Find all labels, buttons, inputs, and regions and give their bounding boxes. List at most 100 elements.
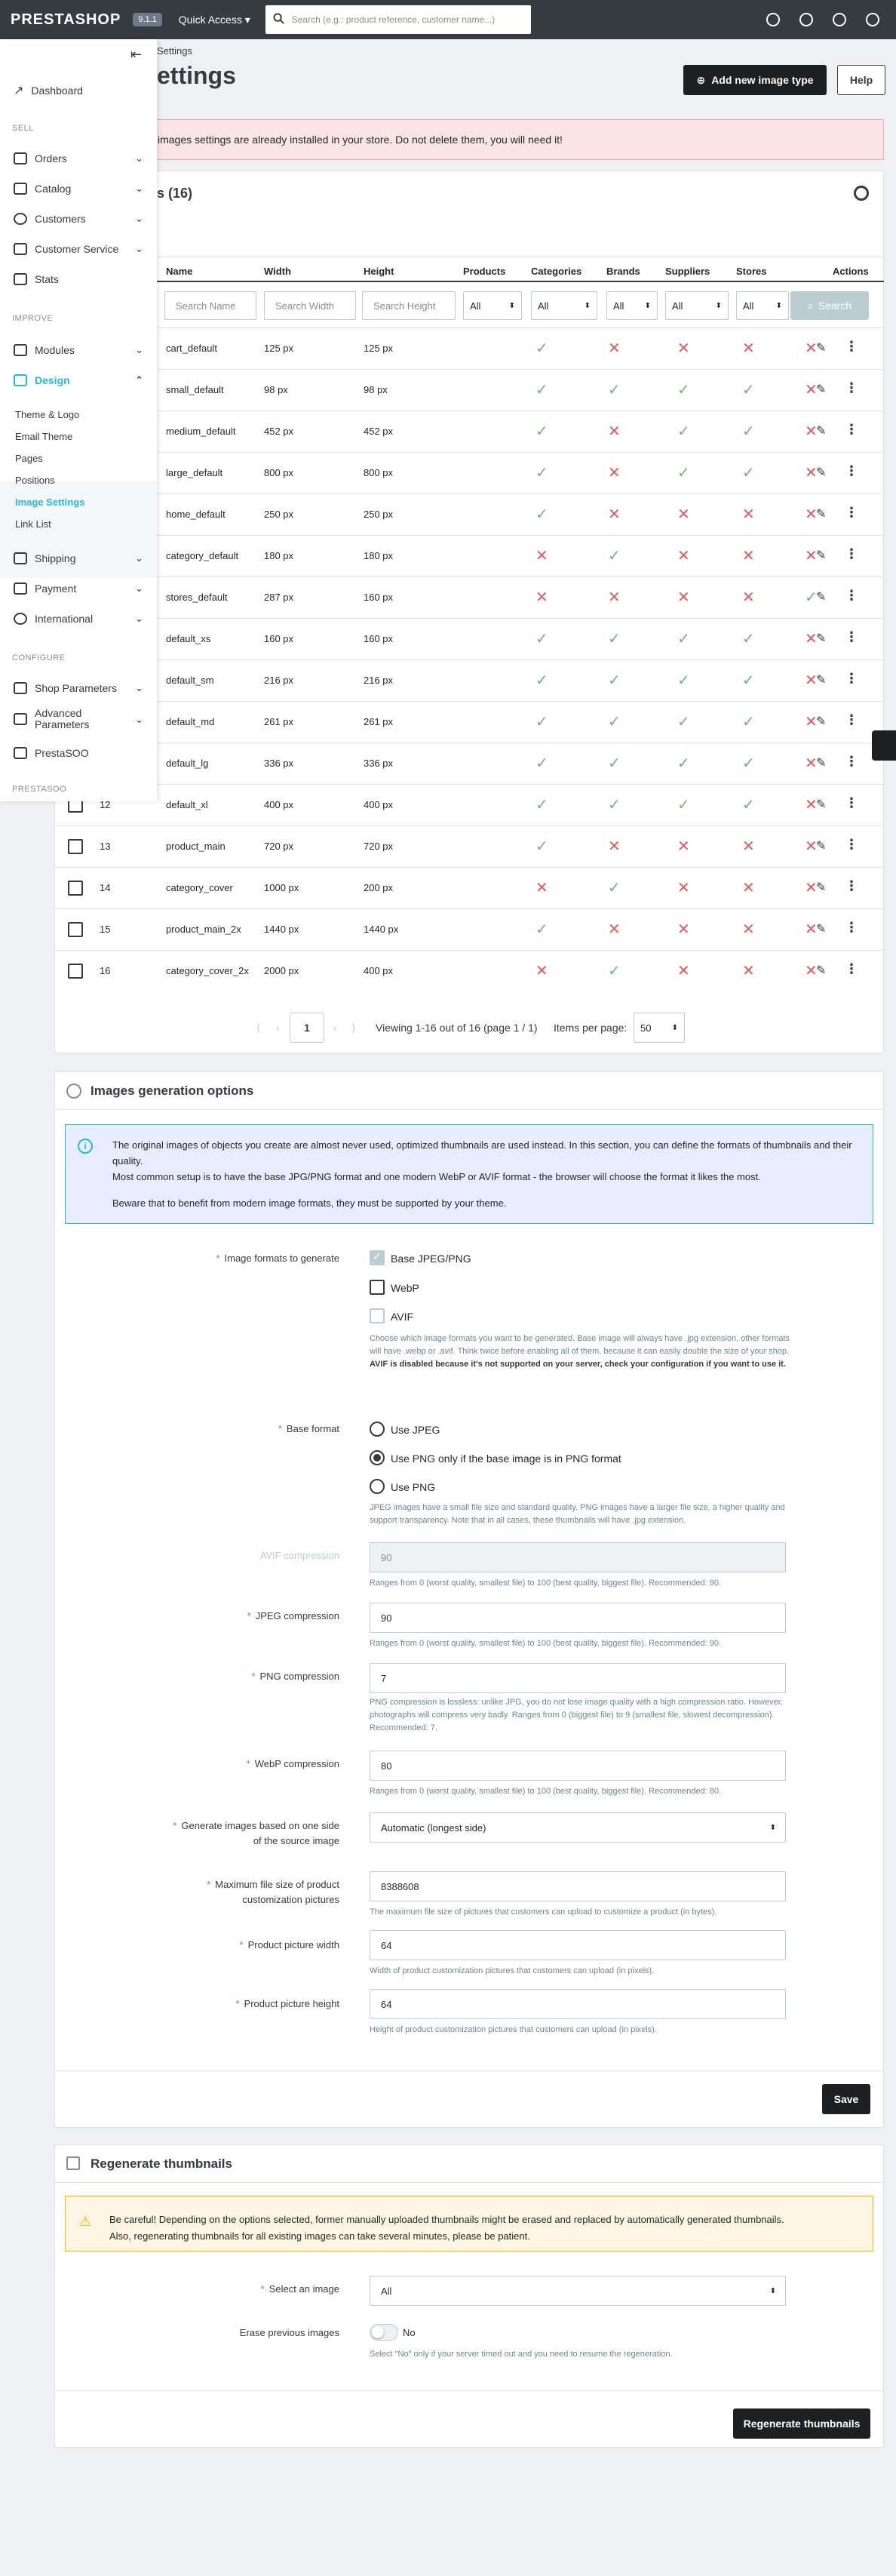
search-input[interactable]: Search (e.g.: product reference, custome… — [265, 5, 531, 34]
edit-icon[interactable]: ✎ — [816, 548, 826, 563]
regenerate-thumbnails-button[interactable]: Regenerate thumbnails — [733, 2408, 870, 2439]
col-height[interactable]: Height — [364, 266, 394, 277]
sidebar-item-shipping[interactable]: Shipping ⌄ — [14, 552, 143, 564]
account-icon[interactable] — [866, 13, 879, 26]
pheight-input[interactable]: 64 — [370, 1989, 786, 2019]
sidebar-item-catalog[interactable]: Catalog ⌄ — [14, 183, 143, 195]
sidebar-item-stats[interactable]: Stats — [14, 273, 143, 285]
prestashop-logo[interactable]: PRESTASHOP — [11, 11, 121, 29]
edit-icon[interactable]: ✎ — [816, 714, 826, 729]
sidebar-sub-image-settings[interactable]: Image Settings — [15, 496, 84, 508]
sidebar-item-design[interactable]: Design ⌃ — [14, 374, 143, 386]
sidebar-item-international[interactable]: International ⌄ — [14, 613, 143, 625]
help-button[interactable]: Help — [837, 65, 885, 95]
pwidth-input[interactable]: 64 — [370, 1930, 786, 1960]
col-width[interactable]: Width — [264, 266, 291, 277]
more-actions-icon[interactable]: ⋮ — [845, 422, 858, 438]
more-actions-icon[interactable]: ⋮ — [845, 463, 858, 479]
row-checkbox[interactable] — [68, 964, 83, 979]
sidebar-sub-theme-logo[interactable]: Theme & Logo — [15, 409, 79, 420]
sidebar-item-advanced-parameters[interactable]: Advanced Parameters ⌄ — [14, 708, 143, 730]
col-suppliers[interactable]: Suppliers — [665, 266, 710, 277]
search-filter-button[interactable]: ⌕ Search — [790, 291, 869, 320]
col-stores[interactable]: Stores — [736, 266, 766, 277]
items-per-page-select[interactable]: 50 ⬍ — [634, 1013, 685, 1043]
edit-icon[interactable]: ✎ — [816, 963, 826, 978]
sidebar-item-shop-parameters[interactable]: Shop Parameters ⌄ — [14, 682, 143, 694]
notifications-icon[interactable] — [833, 13, 846, 26]
more-actions-icon[interactable]: ⋮ — [845, 588, 858, 604]
png-compression-input[interactable]: 7 — [370, 1663, 786, 1693]
last-page-icon[interactable]: ⟩ — [351, 1022, 355, 1034]
filter-width-input[interactable]: Search Width — [264, 291, 356, 320]
more-actions-icon[interactable]: ⋮ — [845, 712, 858, 728]
sidebar-item-payment[interactable]: Payment ⌄ — [14, 583, 143, 595]
sidebar-item-modules[interactable]: Modules ⌄ — [14, 344, 143, 356]
prev-page-icon[interactable]: ‹ — [276, 1022, 280, 1034]
format-jpeg-checkbox[interactable]: ✓ — [370, 1250, 385, 1265]
help-widget-button[interactable] — [872, 730, 896, 761]
select-image-select[interactable]: All ⬍ — [370, 2276, 786, 2306]
edit-icon[interactable]: ✎ — [816, 465, 826, 480]
jpeg-compression-input[interactable]: 90 — [370, 1603, 786, 1633]
more-actions-icon[interactable]: ⋮ — [845, 339, 858, 355]
row-checkbox[interactable] — [68, 922, 83, 937]
filter-name-input[interactable]: Search Name — [164, 291, 256, 320]
breadcrumb[interactable]: Settings — [157, 45, 192, 57]
quick-access-menu[interactable]: Quick Access ▾ — [179, 14, 250, 26]
edit-icon[interactable]: ✎ — [816, 797, 826, 812]
filter-stores-select[interactable]: All ⬍ — [736, 291, 789, 320]
more-actions-icon[interactable]: ⋮ — [845, 505, 858, 521]
col-name[interactable]: Name — [166, 266, 192, 277]
sidebar-item-dashboard[interactable]: ↗ Dashboard — [14, 83, 143, 98]
edit-icon[interactable]: ✎ — [816, 921, 826, 936]
first-page-icon[interactable]: ⟨ — [256, 1022, 260, 1034]
filter-brands-select[interactable]: All ⬍ — [606, 291, 658, 320]
erase-images-toggle[interactable] — [370, 2324, 398, 2341]
edit-icon[interactable]: ✎ — [816, 423, 826, 438]
base-png-if-png-radio[interactable] — [370, 1450, 385, 1465]
more-actions-icon[interactable]: ⋮ — [845, 754, 858, 770]
edit-icon[interactable]: ✎ — [816, 340, 826, 355]
edit-icon[interactable]: ✎ — [816, 880, 826, 895]
sidebar-sub-pages[interactable]: Pages — [15, 453, 43, 464]
edit-icon[interactable]: ✎ — [816, 589, 826, 604]
page-number-input[interactable]: 1 — [290, 1013, 324, 1043]
row-checkbox[interactable] — [68, 839, 83, 854]
sidebar-item-customers[interactable]: Customers ⌄ — [14, 213, 143, 225]
more-actions-icon[interactable]: ⋮ — [845, 671, 858, 687]
sidebar-item-customer-service[interactable]: Customer Service ⌄ — [14, 243, 143, 255]
more-actions-icon[interactable]: ⋮ — [845, 920, 858, 936]
edit-icon[interactable]: ✎ — [816, 506, 826, 521]
base-jpeg-radio[interactable] — [370, 1422, 385, 1437]
edit-icon[interactable]: ✎ — [816, 672, 826, 687]
sidebar-sub-email-theme[interactable]: Email Theme — [15, 431, 72, 442]
more-actions-icon[interactable]: ⋮ — [845, 546, 858, 562]
debug-icon[interactable] — [766, 13, 780, 26]
filter-products-select[interactable]: All ⬍ — [463, 291, 522, 320]
more-actions-icon[interactable]: ⋮ — [845, 837, 858, 853]
edit-icon[interactable]: ✎ — [816, 838, 826, 853]
col-products[interactable]: Products — [463, 266, 505, 277]
more-actions-icon[interactable]: ⋮ — [845, 878, 858, 894]
sidebar-sub-positions[interactable]: Positions — [15, 475, 55, 486]
collapse-sidebar-icon[interactable]: ⇤ — [130, 47, 142, 63]
more-actions-icon[interactable]: ⋮ — [845, 961, 858, 977]
edit-icon[interactable]: ✎ — [816, 755, 826, 770]
format-webp-checkbox[interactable] — [370, 1280, 385, 1295]
more-actions-icon[interactable]: ⋮ — [845, 629, 858, 645]
table-settings-icon[interactable] — [854, 186, 869, 201]
next-page-icon[interactable]: › — [333, 1022, 337, 1034]
edit-icon[interactable]: ✎ — [816, 382, 826, 397]
more-actions-icon[interactable]: ⋮ — [845, 795, 858, 811]
view-shop-icon[interactable] — [799, 13, 813, 26]
col-brands[interactable]: Brands — [606, 266, 640, 277]
filter-categories-select[interactable]: All ⬍ — [531, 291, 597, 320]
edit-icon[interactable]: ✎ — [816, 631, 826, 646]
filter-suppliers-select[interactable]: All ⬍ — [665, 291, 729, 320]
side-select[interactable]: Automatic (longest side) ⬍ — [370, 1812, 786, 1843]
save-button[interactable]: Save — [822, 2084, 870, 2114]
maxsize-input[interactable]: 8388608 — [370, 1871, 786, 1901]
row-checkbox[interactable] — [68, 881, 83, 896]
sidebar-sub-link-list[interactable]: Link List — [15, 518, 51, 530]
